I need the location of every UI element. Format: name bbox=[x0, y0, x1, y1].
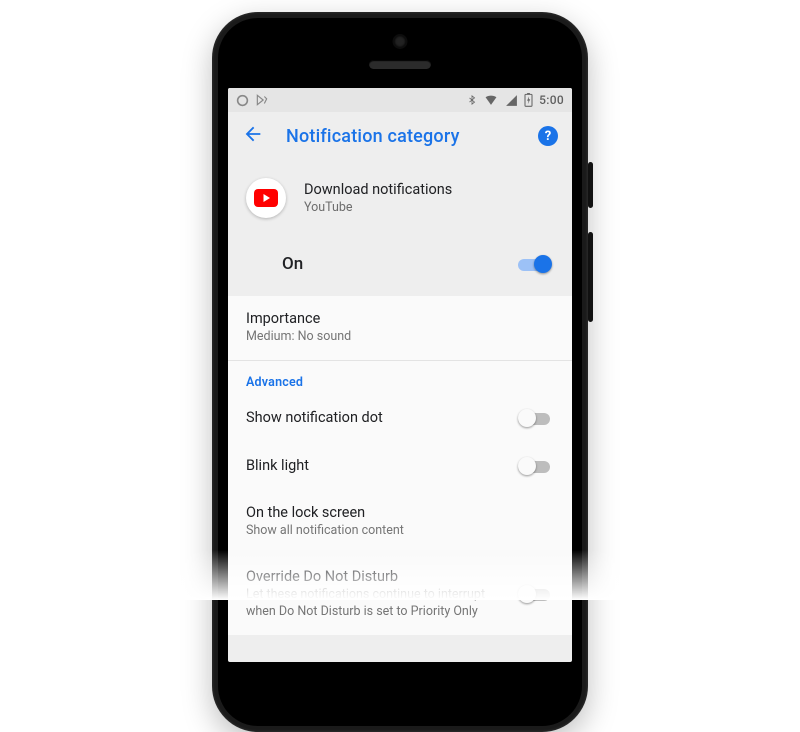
blink-light-toggle[interactable] bbox=[518, 456, 554, 476]
show-dot-toggle[interactable] bbox=[518, 408, 554, 428]
app-name: YouTube bbox=[304, 200, 452, 215]
override-dnd-title: Override Do Not Disturb bbox=[246, 568, 486, 585]
show-dot-item[interactable]: Show notification dot bbox=[228, 394, 572, 442]
earpiece bbox=[369, 60, 431, 69]
cell-signal-icon bbox=[505, 94, 518, 107]
front-camera bbox=[395, 36, 406, 47]
help-icon[interactable]: ? bbox=[538, 126, 558, 146]
lock-screen-value: Show all notification content bbox=[246, 523, 486, 540]
status-bar: 5:00 bbox=[228, 88, 572, 112]
youtube-icon bbox=[246, 178, 286, 218]
volume-button bbox=[588, 232, 593, 322]
circle-icon bbox=[236, 94, 249, 107]
channel-name: Download notifications bbox=[304, 181, 452, 198]
override-dnd-toggle[interactable] bbox=[518, 584, 554, 604]
show-dot-title: Show notification dot bbox=[246, 409, 383, 426]
settings-list: Importance Medium: No sound Advanced Sho… bbox=[228, 296, 572, 635]
importance-title: Importance bbox=[246, 310, 554, 327]
master-toggle[interactable] bbox=[518, 254, 554, 274]
play-protect-icon bbox=[255, 93, 269, 107]
bluetooth-icon bbox=[467, 93, 477, 107]
power-button bbox=[588, 162, 593, 208]
importance-item[interactable]: Importance Medium: No sound bbox=[228, 296, 572, 360]
blink-light-title: Blink light bbox=[246, 457, 309, 474]
screen: 5:00 Notification category ? Download no… bbox=[228, 88, 572, 662]
page-title: Notification category bbox=[286, 126, 516, 147]
status-clock: 5:00 bbox=[539, 93, 564, 107]
master-toggle-row[interactable]: On bbox=[228, 246, 572, 296]
master-toggle-label: On bbox=[282, 254, 303, 274]
lock-screen-title: On the lock screen bbox=[246, 504, 554, 521]
override-dnd-item[interactable]: Override Do Not Disturb Let these notifi… bbox=[228, 554, 572, 635]
battery-icon bbox=[524, 93, 533, 107]
back-icon[interactable] bbox=[242, 123, 264, 149]
wifi-icon bbox=[483, 94, 499, 107]
app-bar: Notification category ? bbox=[228, 112, 572, 160]
advanced-label: Advanced bbox=[228, 361, 572, 394]
lock-screen-item[interactable]: On the lock screen Show all notification… bbox=[228, 490, 572, 554]
importance-value: Medium: No sound bbox=[246, 329, 486, 346]
override-dnd-value: Let these notifications continue to inte… bbox=[246, 587, 486, 621]
phone-frame: 5:00 Notification category ? Download no… bbox=[212, 12, 588, 732]
blink-light-item[interactable]: Blink light bbox=[228, 442, 572, 490]
channel-header: Download notifications YouTube bbox=[228, 160, 572, 246]
